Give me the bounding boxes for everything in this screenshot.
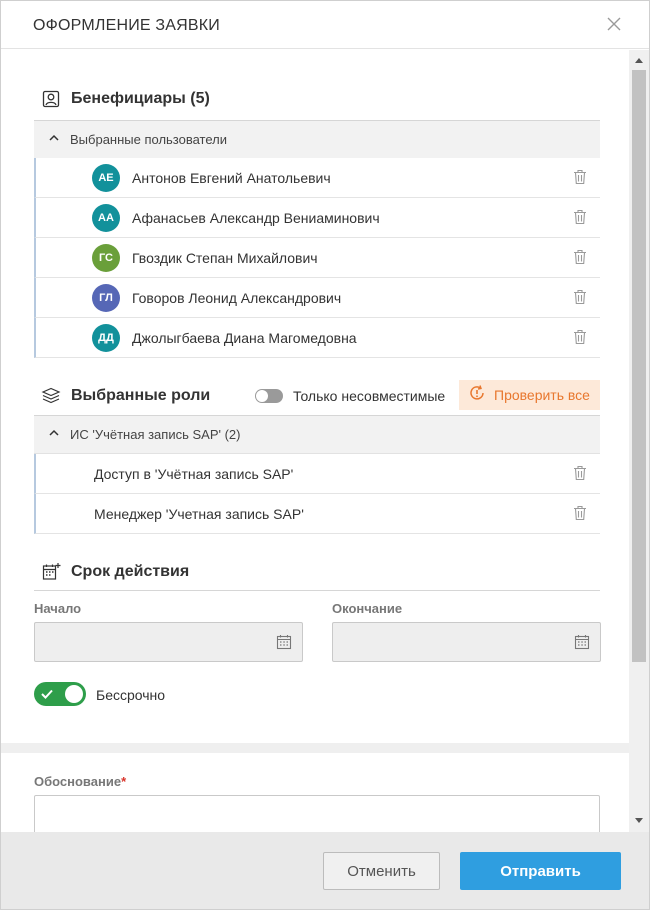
avatar: АА [92,204,120,232]
role-name: Доступ в 'Учётная запись SAP' [94,466,294,482]
trash-icon[interactable] [573,169,587,185]
avatar: АЕ [92,164,120,192]
list-item[interactable]: ДД Джолыгбаева Диана Магомедовна [34,318,600,358]
reason-textarea[interactable] [34,795,600,832]
check-icon [40,687,54,706]
calendar-add-icon [41,562,61,582]
unlimited-toggle[interactable] [34,682,86,706]
list-item[interactable]: ГС Гвоздик Степан Михайлович [34,238,600,278]
roles-heading: Выбранные роли [41,384,210,408]
user-name: Говоров Леонид Александрович [132,290,342,306]
roles-title: Выбранные роли [71,387,211,404]
beneficiaries-heading: Бенефициары (5) [41,87,210,111]
user-name: Гвоздик Степан Михайлович [132,250,318,266]
incompatible-only-label: Только несовместимые [293,388,446,404]
group-selected-users[interactable]: Выбранные пользователи [34,121,600,159]
user-name: Антонов Евгений Анатольевич [132,170,331,186]
dialog-title: ОФОРМЛЕНИЕ ЗАЯВКИ [33,17,221,34]
validity-heading: Срок действия [41,560,189,584]
start-date-field[interactable] [34,622,303,662]
validity-title: Срок действия [71,563,190,580]
scroll-thumb[interactable] [632,70,646,662]
user-name: Джолыгбаева Диана Магомедовна [132,330,357,346]
trash-icon[interactable] [573,329,587,345]
dialog-footer: Отменить Отправить [1,832,649,909]
check-all-label: Проверить все [494,387,590,403]
section-separator [1,743,629,753]
scroll-down-icon[interactable] [635,818,643,823]
user-name: Афанасьев Александр Вениаминович [132,210,380,226]
scrollbar[interactable] [629,50,649,832]
trash-icon[interactable] [573,249,587,265]
incompatible-only-toggle[interactable] [255,389,283,403]
trash-icon[interactable] [573,209,587,225]
list-item[interactable]: АА Афанасьев Александр Вениаминович [34,198,600,238]
calendar-icon[interactable] [276,634,292,655]
list-item[interactable]: Менеджер 'Учетная запись SAP' [34,494,600,534]
chevron-up-icon[interactable] [48,426,60,444]
group-system-roles[interactable]: ИС 'Учётная запись SAP' (2) [34,416,600,454]
role-name: Менеджер 'Учетная запись SAP' [94,506,304,522]
submit-button[interactable]: Отправить [460,852,621,890]
check-all-button[interactable]: Проверить все [459,380,600,410]
close-icon[interactable] [605,15,623,33]
roles-stack-icon [41,386,61,406]
avatar: ГС [92,244,120,272]
trash-icon[interactable] [573,505,587,521]
avatar: ГЛ [92,284,120,312]
end-date-field[interactable] [332,622,601,662]
dialog-body[interactable]: Бенефициары (5) Выбранные пользователи А… [1,50,629,832]
refresh-warning-icon [459,384,486,407]
group-label: ИС 'Учётная запись SAP' (2) [70,427,241,442]
divider [34,590,600,591]
chevron-up-icon[interactable] [48,131,60,149]
scroll-up-icon[interactable] [635,58,643,63]
cancel-button[interactable]: Отменить [323,852,440,890]
group-label: Выбранные пользователи [70,132,228,147]
required-mark: * [121,774,127,789]
reason-label: Обоснование* [34,774,127,789]
trash-icon[interactable] [573,289,587,305]
unlimited-label: Бессрочно [96,687,166,703]
avatar: ДД [92,324,120,352]
list-item[interactable]: ГЛ Говоров Леонид Александрович [34,278,600,318]
user-card-icon [41,89,61,109]
dialog-header: ОФОРМЛЕНИЕ ЗАЯВКИ [1,1,649,49]
end-date-label: Окончание [332,601,403,616]
list-item[interactable]: Доступ в 'Учётная запись SAP' [34,454,600,494]
list-item[interactable]: АЕ Антонов Евгений Анатольевич [34,158,600,198]
trash-icon[interactable] [573,465,587,481]
beneficiaries-title: Бенефициары (5) [71,90,210,107]
start-date-label: Начало [34,601,82,616]
calendar-icon[interactable] [574,634,590,655]
request-dialog: ОФОРМЛЕНИЕ ЗАЯВКИ Бенефициары (5) Выбран… [0,0,650,910]
